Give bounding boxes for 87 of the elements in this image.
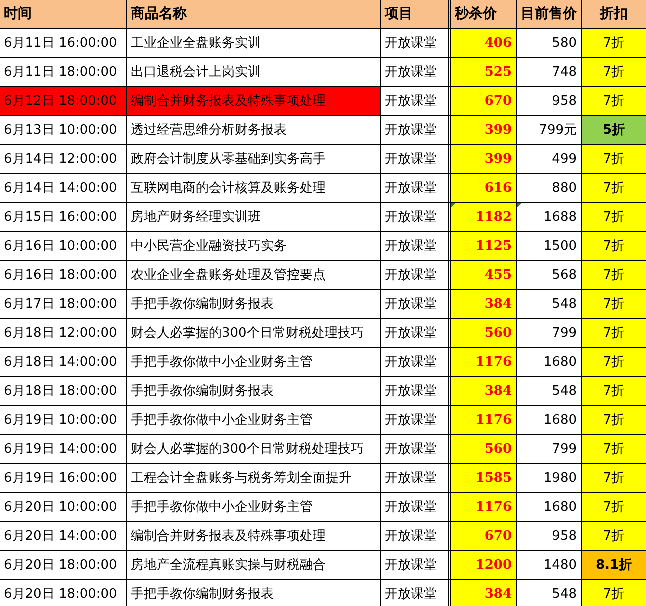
table-cell: 6月18日 14:00:00 xyxy=(0,348,127,376)
table-cell: 7折 xyxy=(582,145,646,173)
table-cell: 1176 xyxy=(451,348,517,376)
table-cell: 手把手教你做中小企业财务主管 xyxy=(127,406,381,434)
table-cell: 7折 xyxy=(582,203,646,231)
table-cell: 399 xyxy=(451,116,517,144)
error-indicator-icon xyxy=(517,203,522,208)
table-cell: 农业企业全盘账务处理及管控要点 xyxy=(127,261,381,289)
table-cell: 7折 xyxy=(582,261,646,289)
table-cell: 455 xyxy=(451,261,517,289)
table-cell: 编制合并财务报表及特殊事项处理 xyxy=(127,522,381,550)
table-cell: 525 xyxy=(451,58,517,86)
table-cell: 8.1折 xyxy=(582,551,646,579)
table-cell: 7折 xyxy=(582,493,646,521)
table-cell: 7折 xyxy=(582,174,646,202)
table-cell: 6月18日 18:00:00 xyxy=(0,377,127,405)
table-cell: 7折 xyxy=(582,377,646,405)
table-cell: 7折 xyxy=(582,435,646,463)
table-cell: 5折 xyxy=(582,116,646,144)
table-cell: 工业企业全盘账务实训 xyxy=(127,29,381,57)
table-cell: 1125 xyxy=(451,232,517,260)
column-header: 项目 xyxy=(381,0,451,28)
table-cell: 560 xyxy=(451,435,517,463)
table-cell: 财会人必掌握的300个日常财税处理技巧 xyxy=(127,435,381,463)
table-cell: 编制合并财务报表及特殊事项处理 xyxy=(127,87,381,115)
table-cell: 房地产全流程真账实操与财税融合 xyxy=(127,551,381,579)
table-cell: 7折 xyxy=(582,29,646,57)
table-cell: 房地产财务经理实训班 xyxy=(127,203,381,231)
table-cell: 7折 xyxy=(582,319,646,347)
table-cell: 中小民营企业融资技巧实务 xyxy=(127,232,381,260)
table-cell: 互联网电商的会计核算及账务处理 xyxy=(127,174,381,202)
table-cell: 6月20日 14:00:00 xyxy=(0,522,127,550)
table-cell: 6月14日 12:00:00 xyxy=(0,145,127,173)
table-cell: 384 xyxy=(451,290,517,318)
table-cell: 政府会计制度从零基础到实务高手 xyxy=(127,145,381,173)
column-header: 商品名称 xyxy=(127,0,381,28)
table-cell: 手把手教你编制财务报表 xyxy=(127,377,381,405)
table-cell: 406 xyxy=(451,29,517,57)
column-header: 折扣 xyxy=(598,5,629,24)
table-cell: 616 xyxy=(451,174,517,202)
table-cell: 工程会计全盘账务与税务筹划全面提升 xyxy=(127,464,381,492)
table-cell: 7折 xyxy=(582,348,646,376)
column-header: 时间 xyxy=(0,0,127,28)
table-cell: 7折 xyxy=(582,58,646,86)
table-cell: 7折 xyxy=(582,406,646,434)
table-cell: 7折 xyxy=(582,290,646,318)
table-cell: 6月19日 14:00:00 xyxy=(0,435,127,463)
table-cell: 财会人必掌握的300个日常财税处理技巧 xyxy=(127,319,381,347)
table-cell: 7折 xyxy=(582,522,646,550)
table-cell: 手把手教你编制财务报表 xyxy=(127,580,381,606)
table-cell: 6月14日 14:00:00 xyxy=(0,174,127,202)
column-header: 秒杀价 xyxy=(451,0,517,28)
table-cell: 6月20日 10:00:00 xyxy=(0,493,127,521)
table-cell: 手把手教你编制财务报表 xyxy=(127,290,381,318)
table-cell: 6月20日 18:00:00 xyxy=(0,580,127,606)
table-cell: 透过经营思维分析财务报表 xyxy=(127,116,381,144)
table-cell: 6月13日 10:00:00 xyxy=(0,116,127,144)
table-cell: 6月12日 18:00:00 xyxy=(0,87,127,115)
table-cell: 6月20日 18:00:00 xyxy=(0,551,127,579)
table-cell: 6月17日 18:00:00 xyxy=(0,290,127,318)
table-cell: 6月11日 18:00:00 xyxy=(0,58,127,86)
table-cell: 1176 xyxy=(451,406,517,434)
table-cell: 6月16日 18:00:00 xyxy=(0,261,127,289)
table-cell: 6月15日 16:00:00 xyxy=(0,203,127,231)
table-cell: 7折 xyxy=(582,232,646,260)
table-cell: 6月16日 10:00:00 xyxy=(0,232,127,260)
table-cell: 1200 xyxy=(451,551,517,579)
table-cell: 出口退税会计上岗实训 xyxy=(127,58,381,86)
table-cell: 399 xyxy=(451,145,517,173)
table-cell: 670 xyxy=(451,87,517,115)
table-cell: 7折 xyxy=(582,580,646,606)
table-cell: 1176 xyxy=(451,493,517,521)
table-cell: 560 xyxy=(451,319,517,347)
table-cell: 6月11日 16:00:00 xyxy=(0,29,127,57)
table-cell: 1585 xyxy=(451,464,517,492)
table-cell: 7折 xyxy=(582,87,646,115)
column-header: 目前售价 xyxy=(517,0,582,28)
table-cell: 670 xyxy=(451,522,517,550)
table-cell: 6月19日 10:00:00 xyxy=(0,406,127,434)
table-cell: 6月19日 16:00:00 xyxy=(0,464,127,492)
table-cell: 384 xyxy=(451,377,517,405)
table-cell: 手把手教你做中小企业财务主管 xyxy=(127,348,381,376)
table-cell: 7折 xyxy=(582,464,646,492)
table-cell: 384 xyxy=(451,580,517,606)
table-cell: 6月18日 12:00:00 xyxy=(0,319,127,347)
table-cell: 手把手教你做中小企业财务主管 xyxy=(127,493,381,521)
table-cell: 1182 xyxy=(451,203,517,231)
